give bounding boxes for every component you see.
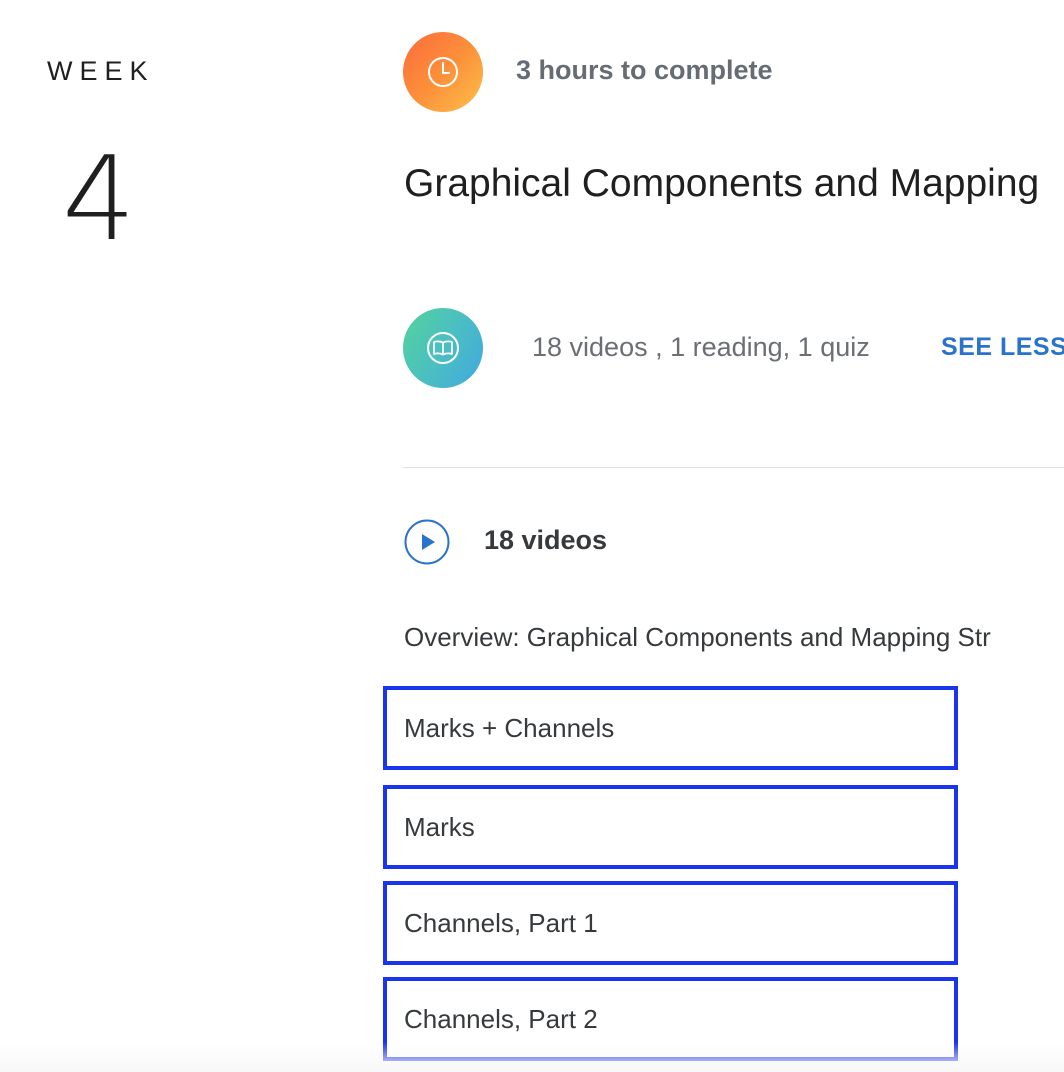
- video-item-label: Marks: [404, 811, 475, 842]
- module-summary: 18 videos , 1 reading, 1 quiz: [532, 332, 870, 362]
- videos-heading: 18 videos: [484, 525, 608, 555]
- module-title: Graphical Components and Mapping: [404, 162, 1040, 205]
- course-week-page: WEEK 4 3 hours to complete Graphical Com…: [0, 0, 1064, 1072]
- video-item-label: Channels, Part 1: [404, 907, 598, 938]
- book-icon: [403, 308, 483, 388]
- play-icon: [404, 519, 450, 565]
- overview-item[interactable]: Overview: Graphical Components and Mappi…: [404, 622, 991, 653]
- week-number: 4: [62, 132, 136, 267]
- video-item[interactable]: Channels, Part 1: [383, 881, 958, 965]
- week-label: WEEK: [47, 56, 155, 86]
- video-item-label: Channels, Part 2: [404, 1003, 598, 1034]
- video-item[interactable]: Marks: [383, 785, 958, 869]
- video-item-label: Marks + Channels: [404, 712, 615, 743]
- video-item[interactable]: Marks + Channels: [383, 686, 958, 770]
- duration-text: 3 hours to complete: [516, 55, 773, 85]
- video-item[interactable]: Channels, Part 2: [383, 977, 958, 1061]
- see-less-link[interactable]: SEE LESS: [941, 333, 1064, 362]
- section-divider: [403, 467, 1064, 468]
- clock-icon: [403, 32, 483, 112]
